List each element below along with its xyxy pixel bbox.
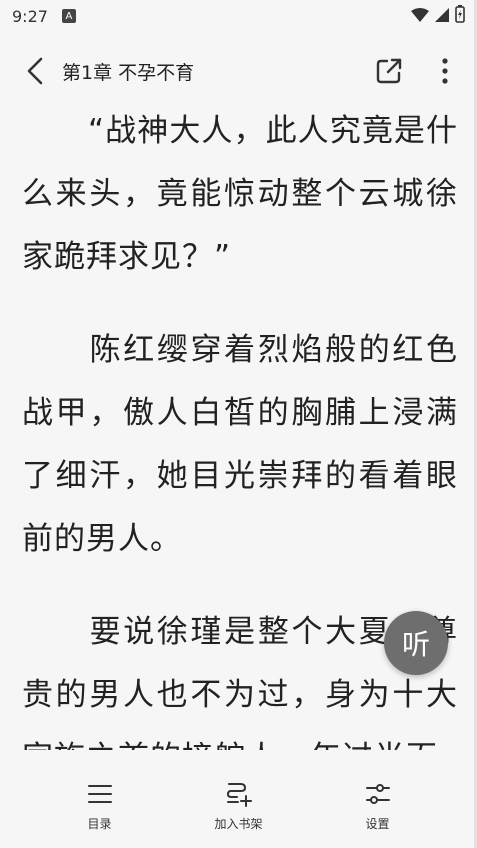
paragraph-text: “战神大人，此人究竟是什么来头，竟能惊动整个云城徐家跪拜求见？”	[22, 113, 458, 275]
external-link-icon	[376, 58, 402, 84]
bookshelf-add-icon	[224, 779, 254, 809]
paragraph-text: 陈红缨穿着烈焰般的红色战甲，傲人白皙的胸脯上浸满了细汗，她目光崇拜的看着眼前的男…	[22, 332, 458, 557]
back-button[interactable]	[20, 51, 50, 91]
list-icon	[85, 779, 115, 809]
listen-button[interactable]: 听	[384, 611, 448, 675]
more-options-button[interactable]	[427, 51, 463, 91]
reader-screen: 9:27 A 第1章 不孕不育 “战神大人，此人究竟是什么来头，竟能惊动整个云城…	[0, 0, 477, 848]
paragraph: 陈红缨穿着烈焰般的红色战甲，傲人白皙的胸脯上浸满了细汗，她目光崇拜的看着眼前的男…	[22, 319, 458, 571]
notification-badge-icon: A	[61, 9, 76, 23]
app-bar-actions	[371, 51, 463, 91]
share-button[interactable]	[371, 51, 407, 91]
battery-icon	[455, 5, 465, 27]
add-to-bookshelf-button[interactable]: 加入书架	[189, 779, 289, 832]
status-time: 9:27	[12, 6, 48, 26]
signal-icon	[435, 7, 449, 26]
add-to-bookshelf-label: 加入书架	[214, 816, 263, 831]
app-bar: 第1章 不孕不育	[0, 32, 477, 110]
bottom-toolbar: 目录 加入书架 设置	[0, 762, 477, 848]
settings-label: 设置	[365, 816, 390, 831]
wifi-icon	[411, 7, 429, 26]
more-vertical-icon	[442, 58, 448, 84]
chevron-left-icon	[27, 57, 43, 85]
chapter-title: 第1章 不孕不育	[62, 61, 195, 84]
status-bar: 9:27 A	[0, 0, 477, 32]
paragraph: “战神大人，此人究竟是什么来头，竟能惊动整个云城徐家跪拜求见？”	[22, 100, 458, 289]
toc-button[interactable]: 目录	[50, 779, 150, 832]
status-icons	[411, 5, 465, 27]
sliders-icon	[363, 779, 393, 809]
toc-label: 目录	[87, 816, 112, 831]
settings-button[interactable]: 设置	[328, 779, 428, 832]
